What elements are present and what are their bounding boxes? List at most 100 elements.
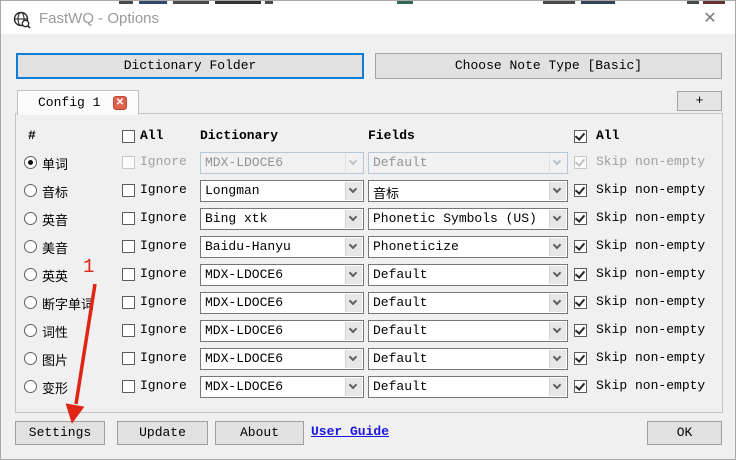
- row-radio[interactable]: [24, 324, 37, 337]
- dictionary-select[interactable]: MDX-LDOCE6: [200, 264, 364, 286]
- fields-value: 音标: [373, 187, 400, 202]
- chevron-down-icon: [549, 266, 566, 284]
- fields-select[interactable]: 音标: [368, 180, 568, 202]
- dictionary-value: MDX-LDOCE6: [205, 379, 284, 394]
- ignore-label: Ignore: [140, 350, 187, 365]
- all-skip-checkbox[interactable]: [574, 130, 587, 143]
- skip-label: Skip non-empty: [596, 322, 706, 337]
- config-row: 英音 Ignore Bing xtk Phonetic Symbols (US)…: [16, 206, 722, 232]
- row-radio[interactable]: [24, 212, 37, 225]
- skip-checkbox[interactable]: [574, 324, 587, 337]
- dictionary-select[interactable]: Baidu-Hanyu: [200, 236, 364, 258]
- row-label: 英英: [42, 270, 69, 285]
- choose-note-type-button[interactable]: Choose Note Type [Basic]: [375, 53, 722, 79]
- ignore-checkbox[interactable]: [122, 296, 135, 309]
- add-config-button[interactable]: +: [677, 91, 722, 111]
- chevron-down-icon: [549, 238, 566, 256]
- row-radio[interactable]: [24, 184, 37, 197]
- dictionary-select[interactable]: MDX-LDOCE6: [200, 292, 364, 314]
- ignore-checkbox[interactable]: [122, 240, 135, 253]
- skip-label: Skip non-empty: [596, 210, 706, 225]
- fields-select[interactable]: Default: [368, 348, 568, 370]
- about-button[interactable]: About: [215, 421, 304, 445]
- row-radio[interactable]: [24, 156, 37, 169]
- ignore-checkbox[interactable]: [122, 268, 135, 281]
- row-radio[interactable]: [24, 240, 37, 253]
- annotation-step-number: 1: [83, 256, 95, 278]
- dictionary-folder-button[interactable]: Dictionary Folder: [16, 53, 364, 79]
- row-label: 音标: [42, 186, 69, 201]
- chevron-down-icon: [549, 378, 566, 396]
- header-dictionary: Dictionary: [200, 128, 279, 143]
- fields-value: Phonetic Symbols (US): [373, 211, 537, 226]
- settings-button[interactable]: Settings: [15, 421, 105, 445]
- fields-select[interactable]: Default: [368, 292, 568, 314]
- skip-checkbox[interactable]: [574, 240, 587, 253]
- config-panel: # All Dictionary Fields All 单词 Ignore MD…: [15, 113, 723, 413]
- chevron-down-icon: [345, 210, 362, 228]
- dictionary-value: Longman: [205, 183, 260, 198]
- row-radio[interactable]: [24, 268, 37, 281]
- config-row: 单词 Ignore MDX-LDOCE6 Default Skip non-em…: [16, 150, 722, 176]
- ignore-label: Ignore: [140, 322, 187, 337]
- skip-checkbox[interactable]: [574, 268, 587, 281]
- tab-label: Config 1: [38, 95, 101, 110]
- tab-config-1[interactable]: Config 1 ✕: [17, 90, 139, 115]
- skip-checkbox[interactable]: [574, 352, 587, 365]
- ok-button[interactable]: OK: [647, 421, 722, 445]
- chevron-down-icon: [549, 154, 566, 172]
- ignore-label: Ignore: [140, 266, 187, 281]
- dictionary-select[interactable]: MDX-LDOCE6: [200, 348, 364, 370]
- dictionary-value: MDX-LDOCE6: [205, 351, 284, 366]
- fields-value: Phoneticize: [373, 239, 459, 254]
- dictionary-select[interactable]: MDX-LDOCE6: [200, 376, 364, 398]
- update-button[interactable]: Update: [117, 421, 208, 445]
- title-bar: FastWQ - Options ✕: [1, 4, 735, 34]
- all-ignore-checkbox[interactable]: [122, 130, 135, 143]
- ignore-checkbox[interactable]: [122, 212, 135, 225]
- config-row: 美音 Ignore Baidu-Hanyu Phoneticize Skip n…: [16, 234, 722, 260]
- skip-label: Skip non-empty: [596, 294, 706, 309]
- row-radio[interactable]: [24, 296, 37, 309]
- chevron-down-icon: [345, 154, 362, 172]
- dictionary-select[interactable]: Bing xtk: [200, 208, 364, 230]
- tab-close-icon[interactable]: ✕: [113, 96, 127, 110]
- ignore-checkbox[interactable]: [122, 352, 135, 365]
- skip-label: Skip non-empty: [596, 182, 706, 197]
- config-row: 音标 Ignore Longman 音标 Skip non-empty: [16, 178, 722, 204]
- skip-checkbox: [574, 156, 587, 169]
- user-guide-link[interactable]: User Guide: [311, 424, 389, 439]
- dictionary-select[interactable]: Longman: [200, 180, 364, 202]
- fields-select[interactable]: Phoneticize: [368, 236, 568, 258]
- ignore-checkbox[interactable]: [122, 324, 135, 337]
- window-close-button[interactable]: ✕: [699, 8, 721, 30]
- ignore-checkbox[interactable]: [122, 380, 135, 393]
- fields-select: Default: [368, 152, 568, 174]
- chevron-down-icon: [345, 350, 362, 368]
- chevron-down-icon: [549, 350, 566, 368]
- fields-select[interactable]: Default: [368, 264, 568, 286]
- fields-select[interactable]: Default: [368, 320, 568, 342]
- dictionary-value: Bing xtk: [205, 211, 268, 226]
- chevron-down-icon: [345, 182, 362, 200]
- ignore-checkbox[interactable]: [122, 184, 135, 197]
- dictionary-value: MDX-LDOCE6: [205, 267, 284, 282]
- fields-select[interactable]: Default: [368, 376, 568, 398]
- fields-select[interactable]: Phonetic Symbols (US): [368, 208, 568, 230]
- skip-checkbox[interactable]: [574, 184, 587, 197]
- skip-checkbox[interactable]: [574, 380, 587, 393]
- skip-checkbox[interactable]: [574, 296, 587, 309]
- dictionary-value: MDX-LDOCE6: [205, 155, 284, 170]
- config-row: 图片 Ignore MDX-LDOCE6 Default Skip non-em…: [16, 346, 722, 372]
- row-radio[interactable]: [24, 352, 37, 365]
- config-row: 词性 Ignore MDX-LDOCE6 Default Skip non-em…: [16, 318, 722, 344]
- chevron-down-icon: [345, 266, 362, 284]
- ignore-label: Ignore: [140, 154, 187, 169]
- dictionary-select[interactable]: MDX-LDOCE6: [200, 320, 364, 342]
- ignore-label: Ignore: [140, 182, 187, 197]
- row-label: 图片: [42, 354, 69, 369]
- chevron-down-icon: [345, 378, 362, 396]
- fields-value: Default: [373, 379, 428, 394]
- skip-checkbox[interactable]: [574, 212, 587, 225]
- row-radio[interactable]: [24, 380, 37, 393]
